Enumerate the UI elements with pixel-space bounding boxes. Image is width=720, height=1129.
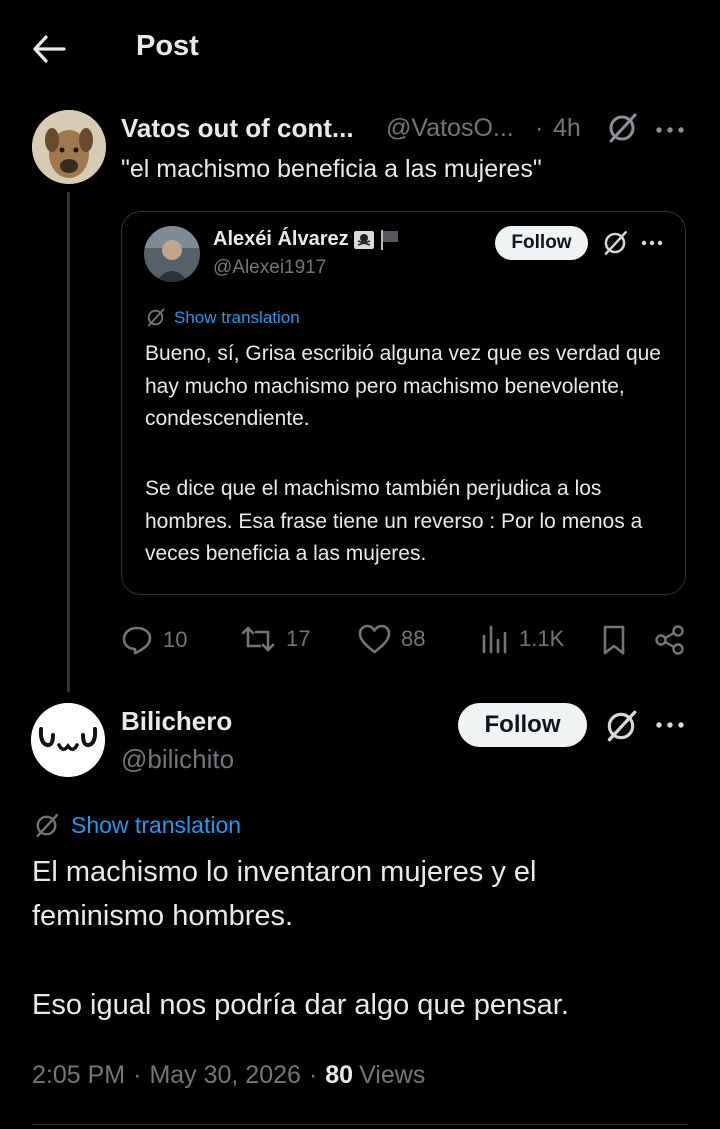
show-translation-label: Show translation [71,812,242,838]
tweet-text-paragraph: El machismo lo inventaron mujeres y el f… [32,856,537,932]
more-options-icon[interactable] [641,240,663,246]
tweet-handle[interactable]: @bilichito [121,744,234,775]
views-button[interactable]: 1.1K [481,624,564,654]
separator-dot: · [308,1061,318,1089]
show-translation-link[interactable]: Show translation [145,307,300,328]
bookmark-button[interactable] [602,624,626,656]
quoted-tweet-paragraph: Bueno, sí, Grisa escribió alguna vez que… [145,342,661,430]
quoted-author-name[interactable]: Alexéi Álvarez [213,228,401,251]
like-count: 88 [401,626,426,651]
views-count: 80 [325,1061,354,1089]
translate-icon [147,308,165,327]
tweet-text-paragraph: Eso igual nos podría dar algo que pensar… [32,989,569,1021]
show-translation-link[interactable]: Show translation [33,812,241,839]
like-button[interactable]: 88 [358,624,425,654]
separator-dot: · [133,1061,142,1089]
reply-icon [122,626,152,655]
repost-button[interactable]: 17 [240,624,310,654]
divider [32,1124,688,1125]
avatar[interactable] [144,226,200,282]
avatar[interactable] [32,110,106,184]
more-options-icon[interactable] [655,126,685,134]
pirate-flag-icon [353,230,374,249]
quoted-handle[interactable]: @Alexei1917 [213,257,326,279]
views-label: Views [359,1061,426,1089]
share-icon [655,625,684,655]
quoted-author-name-text: Alexéi Álvarez [213,228,349,250]
heart-icon [358,624,391,654]
reply-button[interactable]: 10 [121,624,187,656]
show-translation-label: Show translation [174,307,300,327]
views-count: 1.1K [519,626,565,651]
bar-chart-icon [482,625,507,654]
more-options-icon[interactable] [655,721,685,729]
grok-icon[interactable] [605,111,639,145]
follow-button[interactable]: Follow [495,226,588,260]
arrow-left-icon [33,35,66,63]
tweet-time[interactable]: 2:05 PM [32,1061,125,1090]
follow-button[interactable]: Follow [458,703,587,747]
grok-icon[interactable] [601,229,629,257]
tweet-author-name[interactable]: Vatos out of cont... [121,113,354,144]
quoted-tweet-paragraph: Se dice que el machismo también perjudic… [145,477,643,565]
separator-dot: · [535,114,544,142]
avatar[interactable] [31,703,105,777]
bookmark-icon [603,625,625,655]
translate-icon [36,813,59,838]
page-title: Post [136,30,199,62]
tweet-author-name[interactable]: Bilichero [121,706,232,737]
repost-icon [241,626,275,652]
thread-line [67,192,70,692]
tweet-date[interactable]: May 30, 2026 [149,1061,301,1090]
tweet-text: "el machismo beneficia a las mujeres" [121,155,542,183]
dog-avatar-image [32,110,106,184]
portrait-avatar-image [144,226,200,282]
tweet-meta: 2:05 PM · May 30, 2026 · 80 Views [32,1061,425,1090]
tweet-handle[interactable]: @VatosO... [386,114,514,143]
repost-count: 17 [286,626,311,651]
grok-icon[interactable] [603,708,639,744]
back-button[interactable] [32,34,66,64]
share-button[interactable] [654,624,686,656]
reply-count: 10 [163,627,188,652]
tweet-time[interactable]: 4h [553,114,581,143]
black-flag-icon [380,229,398,250]
uwu-face-avatar-image [31,703,105,777]
